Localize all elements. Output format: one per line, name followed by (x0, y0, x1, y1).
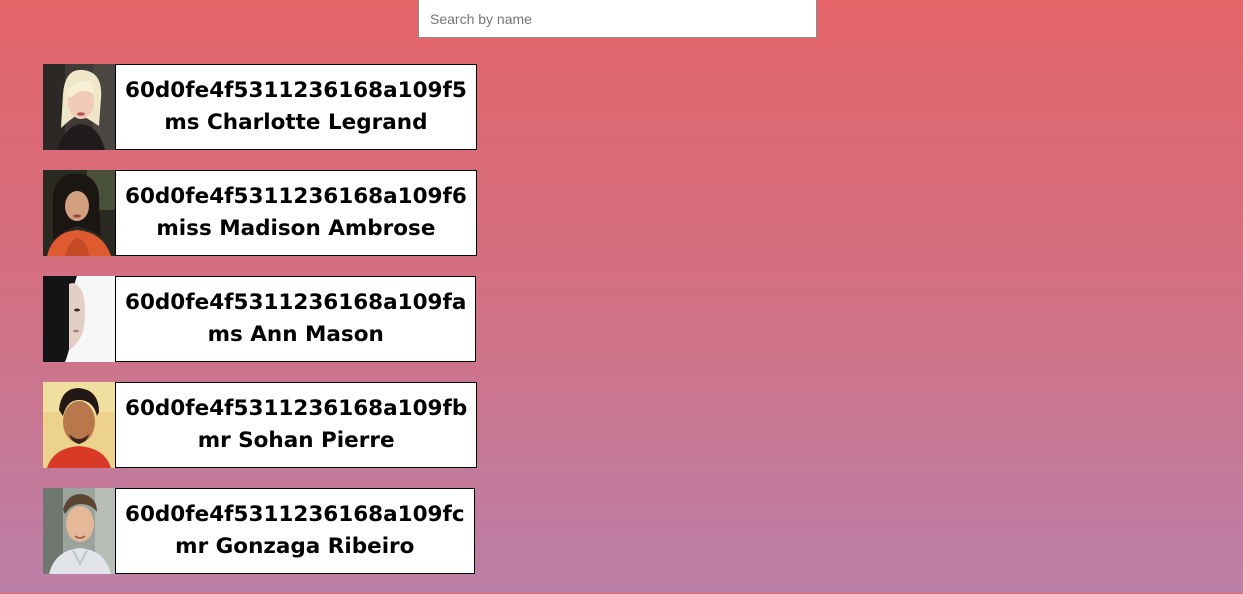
user-name: mr Sohan Pierre (197, 428, 395, 453)
user-avatar (43, 64, 115, 150)
user-id: 60d0fe4f5311236168a109fb (125, 396, 468, 421)
user-info: 60d0fe4f5311236168a109fc mr Gonzaga Ribe… (115, 488, 475, 574)
user-card[interactable]: 60d0fe4f5311236168a109f5 ms Charlotte Le… (43, 64, 477, 150)
user-name: mr Gonzaga Ribeiro (175, 534, 415, 559)
user-name: ms Charlotte Legrand (164, 110, 428, 135)
user-name: miss Madison Ambrose (156, 216, 436, 241)
user-id: 60d0fe4f5311236168a109f5 (125, 78, 467, 103)
user-info: 60d0fe4f5311236168a109fb mr Sohan Pierre (115, 382, 478, 468)
user-card[interactable]: 60d0fe4f5311236168a109fb mr Sohan Pierre (43, 382, 478, 468)
user-card[interactable]: 60d0fe4f5311236168a109f6 miss Madison Am… (43, 170, 477, 256)
user-card[interactable]: 60d0fe4f5311236168a109fc mr Gonzaga Ribe… (43, 488, 477, 574)
user-avatar (43, 382, 115, 468)
user-id: 60d0fe4f5311236168a109fc (125, 502, 465, 527)
user-name: ms Ann Mason (207, 322, 384, 347)
user-info: 60d0fe4f5311236168a109fa ms Ann Mason (115, 276, 477, 362)
user-info: 60d0fe4f5311236168a109f5 ms Charlotte Le… (115, 64, 477, 150)
user-card[interactable]: 60d0fe4f5311236168a109fa ms Ann Mason (43, 276, 477, 362)
user-id: 60d0fe4f5311236168a109f6 (125, 184, 467, 209)
search-input[interactable] (419, 0, 816, 37)
user-info: 60d0fe4f5311236168a109f6 miss Madison Am… (115, 170, 477, 256)
user-avatar (43, 276, 115, 362)
user-avatar (43, 488, 115, 574)
search-box (418, 0, 817, 38)
user-avatar (43, 170, 115, 256)
user-list: 60d0fe4f5311236168a109f5 ms Charlotte Le… (43, 64, 478, 594)
user-id: 60d0fe4f5311236168a109fa (125, 290, 467, 315)
